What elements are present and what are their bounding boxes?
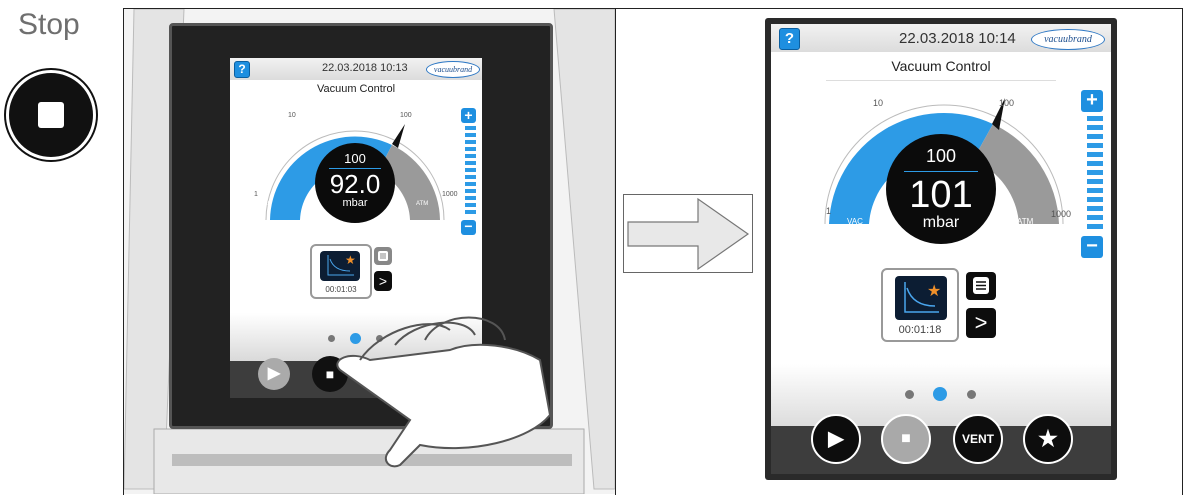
transition-arrow-box bbox=[623, 194, 753, 273]
play-button[interactable]: ▶ bbox=[811, 414, 861, 464]
scale-10: 10 bbox=[288, 112, 296, 119]
increase-button[interactable]: + bbox=[1081, 90, 1103, 112]
pressure-unit: mbar bbox=[922, 214, 960, 231]
list-icon[interactable] bbox=[374, 247, 392, 265]
status-bar: ? 22.03.2018 10:14 vacuubrand bbox=[771, 24, 1111, 52]
hand-pointer-icon bbox=[336, 316, 552, 468]
scale-1: 1 bbox=[826, 206, 832, 216]
next-icon[interactable]: > bbox=[966, 308, 996, 338]
program-tile[interactable]: ★ 00:01:03 bbox=[310, 244, 372, 299]
next-icon[interactable]: > bbox=[374, 271, 392, 291]
pressure-value: 101 bbox=[909, 174, 973, 216]
atm-label: ATM bbox=[1017, 217, 1034, 226]
page-dot-2[interactable] bbox=[933, 387, 947, 401]
decrease-button[interactable]: − bbox=[461, 219, 476, 235]
svg-text:★: ★ bbox=[345, 253, 356, 267]
step-label: Stop bbox=[18, 8, 80, 41]
pressure-unit: mbar bbox=[342, 197, 368, 209]
scale-100: 100 bbox=[999, 98, 1015, 108]
pressure-readout: 100 92.0 mbar bbox=[315, 143, 395, 223]
program-tile[interactable]: ★ 00:01:18 bbox=[881, 268, 959, 342]
page-dot-3[interactable] bbox=[967, 390, 976, 399]
program-timer: 00:01:18 bbox=[898, 324, 942, 336]
vac-label: VAC bbox=[847, 217, 863, 226]
scale-1000: 1000 bbox=[442, 191, 458, 198]
page-dot-1[interactable] bbox=[905, 390, 914, 399]
right-screen: ? 22.03.2018 10:14 vacuubrand Vacuum Con… bbox=[771, 24, 1111, 474]
help-icon[interactable]: ? bbox=[234, 61, 250, 78]
page-title: Vacuum Control bbox=[316, 83, 396, 95]
datetime: 22.03.2018 10:13 bbox=[322, 62, 408, 74]
program-timer: 00:01:03 bbox=[325, 285, 357, 294]
status-bar: ? 22.03.2018 10:13 vacuubrand bbox=[230, 58, 482, 80]
scale-1000: 1000 bbox=[1051, 209, 1072, 219]
decrease-button[interactable]: − bbox=[1081, 236, 1103, 258]
setpoint-value: 100 bbox=[925, 146, 957, 166]
scale-10: 10 bbox=[873, 98, 884, 108]
setpoint-value: 100 bbox=[344, 151, 366, 166]
help-icon[interactable]: ? bbox=[779, 28, 800, 50]
pressure-readout: 100 101 mbar bbox=[886, 134, 996, 244]
scale-100: 100 bbox=[400, 112, 412, 119]
list-icon[interactable] bbox=[966, 272, 996, 300]
stop-button[interactable]: ■ bbox=[881, 414, 931, 464]
atm-label: ATM bbox=[416, 201, 429, 207]
play-button[interactable]: ▶ bbox=[258, 358, 290, 390]
arrow-right-icon bbox=[627, 197, 750, 271]
favorites-star-button[interactable]: ★ bbox=[1023, 414, 1073, 464]
svg-text:★: ★ bbox=[927, 283, 941, 300]
vacuubrand-logo: vacuubrand bbox=[1031, 29, 1105, 50]
scale-1: 1 bbox=[254, 191, 258, 198]
page-title: Vacuum Control bbox=[891, 58, 991, 74]
vac-label: VAC bbox=[260, 201, 272, 207]
vent-button[interactable]: VENT bbox=[953, 414, 1003, 464]
stop-icon bbox=[6, 70, 96, 160]
vacuubrand-logo: vacuubrand bbox=[426, 61, 480, 78]
curve-star-icon: ★ bbox=[895, 276, 947, 320]
datetime: 22.03.2018 10:14 bbox=[899, 30, 1016, 47]
curve-star-icon: ★ bbox=[320, 251, 360, 281]
pressure-value: 92.0 bbox=[329, 169, 381, 199]
divider bbox=[615, 8, 616, 495]
increase-button[interactable]: + bbox=[461, 108, 476, 123]
